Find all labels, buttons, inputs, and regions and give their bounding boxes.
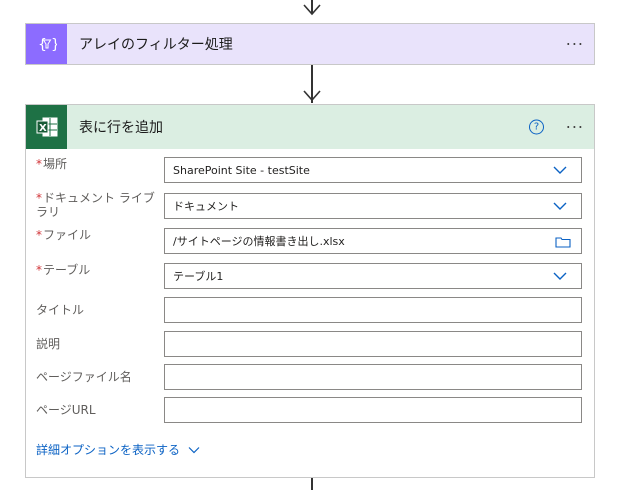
location-dropdown[interactable]: SharePoint Site - testSite bbox=[164, 157, 582, 183]
required-marker: * bbox=[36, 191, 42, 205]
page-url-input[interactable] bbox=[164, 397, 582, 423]
title-label: タイトル bbox=[36, 303, 85, 317]
excel-icon: X bbox=[26, 105, 67, 149]
filter-array-header[interactable]: { } アレイのフィルター処理 ··· bbox=[26, 24, 594, 64]
svg-text:}: } bbox=[51, 37, 57, 52]
file-value: /サイトページの情報書き出し.xlsx bbox=[173, 235, 345, 248]
page-file-name-label: ページファイル名 bbox=[36, 370, 132, 384]
folder-icon[interactable] bbox=[555, 236, 571, 248]
table-label: *テーブル bbox=[36, 263, 91, 277]
description-input[interactable] bbox=[164, 331, 582, 357]
document-library-dropdown[interactable]: ドキュメント bbox=[164, 193, 582, 219]
add-row-header[interactable]: X 表に行を追加 ? ··· bbox=[26, 105, 594, 149]
table-dropdown[interactable]: テーブル1 bbox=[164, 263, 582, 289]
add-row-title: 表に行を追加 bbox=[79, 120, 163, 136]
required-marker: * bbox=[36, 228, 42, 242]
chevron-down-icon bbox=[188, 446, 200, 453]
chevron-down-icon[interactable] bbox=[553, 271, 567, 281]
help-icon[interactable]: ? bbox=[529, 119, 544, 135]
table-value: テーブル1 bbox=[173, 270, 224, 283]
connector-line-bottom bbox=[311, 478, 313, 490]
document-library-label: *ドキュメント ライブラリ bbox=[36, 191, 155, 219]
location-value: SharePoint Site - testSite bbox=[173, 163, 310, 177]
file-label: *ファイル bbox=[36, 228, 92, 242]
chevron-down-icon[interactable] bbox=[553, 201, 567, 211]
title-input[interactable] bbox=[164, 297, 582, 323]
description-label: 説明 bbox=[36, 337, 61, 351]
arrow-down-icon bbox=[303, 4, 321, 16]
more-options-icon[interactable]: ··· bbox=[566, 35, 584, 54]
add-row-action-card: X 表に行を追加 ? ··· *場所 SharePoint Site - tes… bbox=[25, 104, 595, 478]
required-marker: * bbox=[36, 157, 42, 171]
page-url-label: ページURL bbox=[36, 403, 96, 417]
filter-braces-icon: { } bbox=[26, 24, 67, 64]
page-file-name-input[interactable] bbox=[164, 364, 582, 390]
show-advanced-options-link[interactable]: 詳細オプションを表示する bbox=[36, 441, 200, 458]
filter-array-action-card[interactable]: { } アレイのフィルター処理 ··· bbox=[25, 23, 595, 65]
filter-array-title: アレイのフィルター処理 bbox=[79, 37, 233, 53]
location-label: *場所 bbox=[36, 157, 68, 171]
advanced-options-label: 詳細オプションを表示する bbox=[36, 443, 181, 457]
more-options-icon[interactable]: ··· bbox=[566, 118, 584, 137]
file-picker-input[interactable]: /サイトページの情報書き出し.xlsx bbox=[164, 228, 582, 254]
document-library-value: ドキュメント bbox=[173, 200, 239, 213]
required-marker: * bbox=[36, 263, 42, 277]
svg-text:X: X bbox=[39, 123, 47, 134]
arrow-down-icon bbox=[303, 90, 321, 102]
chevron-down-icon[interactable] bbox=[553, 165, 567, 175]
